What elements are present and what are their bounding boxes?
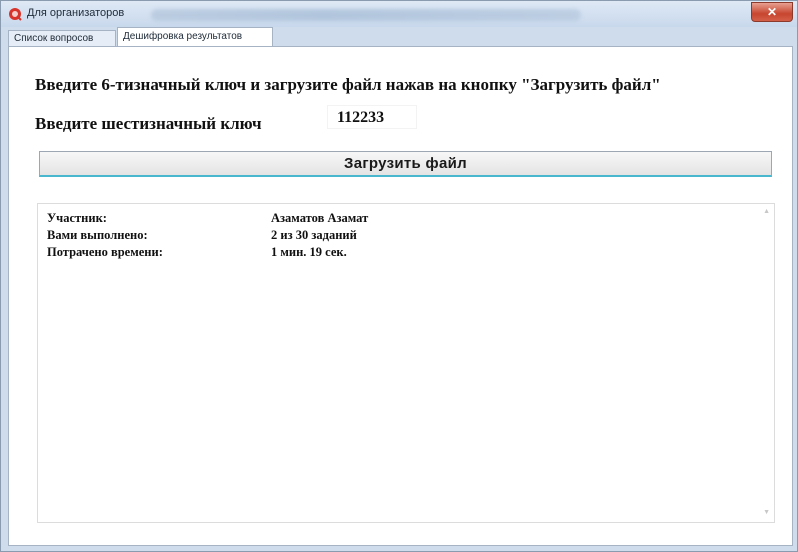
key-label: Введите шестизначный ключ xyxy=(35,114,262,133)
tab-question-list[interactable]: Список вопросов xyxy=(8,30,116,47)
participant-label: Участник: xyxy=(47,211,107,225)
time-label: Потрачено времени: xyxy=(47,245,163,259)
close-button[interactable]: ✕ xyxy=(751,2,793,22)
close-icon: ✕ xyxy=(766,5,778,19)
instruction-heading: Введите 6-тизначный ключ и загрузите фай… xyxy=(35,75,661,94)
app-logo-icon xyxy=(9,8,22,21)
tab-strip: Список вопросов Дешифровка результатов xyxy=(8,27,793,48)
time-value: 1 мин. 19 сек. xyxy=(271,245,347,259)
app-window: Для организаторов ✕ Список вопросов Деши… xyxy=(0,0,798,552)
load-file-button[interactable]: Загрузить файл xyxy=(39,151,772,177)
results-box[interactable]: Участник: Азаматов Азамат Вами выполнено… xyxy=(37,203,775,523)
blurred-title-region xyxy=(151,9,581,21)
title-bar: Для организаторов ✕ xyxy=(1,1,797,27)
tab-content-panel: Введите 6-тизначный ключ и загрузите фай… xyxy=(8,46,793,546)
participant-value: Азаматов Азамат xyxy=(271,211,369,225)
scroll-up-icon[interactable]: ▲ xyxy=(763,208,770,215)
completed-value: 2 из 30 заданий xyxy=(271,228,357,242)
scroll-down-icon[interactable]: ▼ xyxy=(763,509,770,516)
completed-label: Вами выполнено: xyxy=(47,228,148,242)
window-title: Для организаторов xyxy=(27,7,125,19)
tab-results-decryption[interactable]: Дешифровка результатов xyxy=(117,27,273,48)
key-input[interactable] xyxy=(327,105,417,129)
